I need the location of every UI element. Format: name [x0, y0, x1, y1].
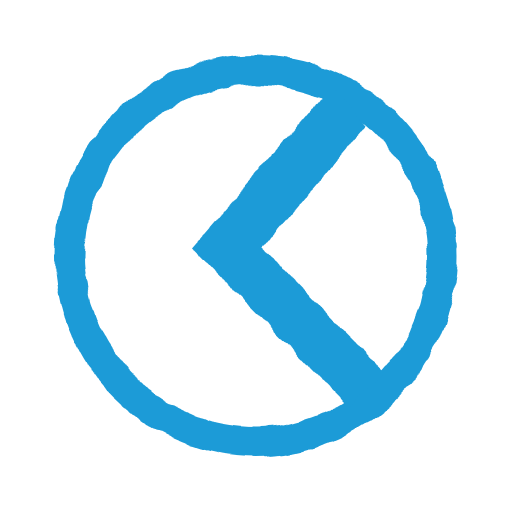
logo-canvas	[0, 0, 512, 512]
chevron-left-circle-icon	[55, 55, 457, 457]
logo-chevron	[192, 86, 386, 406]
